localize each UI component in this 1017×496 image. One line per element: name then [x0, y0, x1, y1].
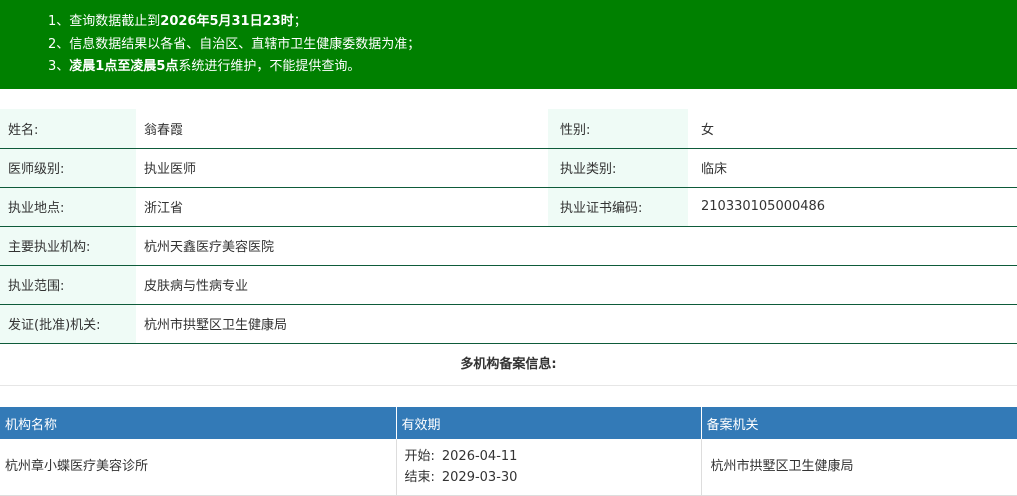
notice-line-2: 2、信息数据结果以各省、自治区、直辖市卫生健康委数据为准；	[48, 36, 421, 52]
info-row-level: 医师级别: 执业医师 执业类别: 临床	[0, 148, 1017, 188]
multi-header-row: 机构名称 有效期 备案机关	[0, 407, 1017, 439]
info-row-scope: 执业范围: 皮肤病与性病专业	[0, 265, 1017, 305]
header-institution-name: 机构名称	[0, 407, 397, 439]
notice-line-3-prefix: 3、	[48, 59, 70, 74]
notice-line-1: 1、查询数据截止到2026年5月31日23时；	[48, 11, 1017, 34]
notice-line-3-suffix: 系统进行维护，不能提供查询。	[178, 59, 361, 74]
name-label: 姓名:	[0, 109, 136, 149]
category-label: 执业类别:	[548, 148, 688, 188]
gender-value: 女	[688, 109, 1017, 149]
notice-line-1-bold: 2026年5月31日23时	[160, 14, 294, 29]
validity-start: 开始: 2026-04-11	[405, 446, 696, 467]
scope-label: 执业范围:	[0, 265, 136, 305]
filing-authority-cell: 杭州市拱墅区卫生健康局	[701, 439, 1017, 496]
scope-value: 皮肤病与性病专业	[136, 265, 1017, 305]
validity-start-date: 2026-04-11	[441, 448, 518, 464]
doctor-info-table: 姓名: 翁春霞 性别: 女 医师级别: 执业医师 执业类别: 临床 执业地点: …	[0, 109, 1017, 344]
institution-label: 主要执业机构:	[0, 226, 136, 266]
info-row-name: 姓名: 翁春霞 性别: 女	[0, 109, 1017, 149]
authority-label: 发证(批准)机关:	[0, 304, 136, 344]
name-value: 翁春霞	[136, 109, 548, 149]
authority-value: 杭州市拱墅区卫生健康局	[136, 304, 1017, 344]
category-value: 临床	[688, 148, 1017, 188]
cert-value: 210330105000486	[688, 187, 1017, 227]
notice-line-1-prefix: 1、查询数据截止到	[48, 14, 161, 29]
notice-line-3-bold: 凌晨1点至凌晨5点	[69, 59, 179, 74]
location-value: 浙江省	[136, 187, 548, 227]
notice-line-3: 3、凌晨1点至凌晨5点系统进行维护，不能提供查询。	[48, 56, 1017, 79]
multi-institution-table: 机构名称 有效期 备案机关 杭州章小蝶医疗美容诊所 开始: 2026-04-11 …	[0, 407, 1017, 496]
header-filing-authority: 备案机关	[701, 407, 1017, 439]
notice-banner: 1、查询数据截止到2026年5月31日23时； 2、信息数据结果以各省、自治区、…	[0, 0, 1017, 89]
validity-cell: 开始: 2026-04-11 结束: 2029-03-30	[396, 439, 702, 496]
institution-name-cell: 杭州章小蝶医疗美容诊所	[0, 439, 397, 496]
info-row-location: 执业地点: 浙江省 执业证书编码: 210330105000486	[0, 187, 1017, 227]
location-label: 执业地点:	[0, 187, 136, 227]
validity-end: 结束: 2029-03-30	[405, 467, 696, 488]
validity-end-date: 2029-03-30	[441, 469, 518, 485]
info-row-authority: 发证(批准)机关: 杭州市拱墅区卫生健康局	[0, 304, 1017, 344]
header-validity: 有效期	[396, 407, 702, 439]
institution-value: 杭州天鑫医疗美容医院	[136, 226, 1017, 266]
info-row-institution: 主要执业机构: 杭州天鑫医疗美容医院	[0, 226, 1017, 266]
level-label: 医师级别:	[0, 148, 136, 188]
gender-label: 性别:	[548, 109, 688, 149]
validity-start-label: 开始:	[404, 448, 435, 464]
level-value: 执业医师	[136, 148, 548, 188]
table-row: 杭州章小蝶医疗美容诊所 开始: 2026-04-11 结束: 2029-03-30 …	[0, 439, 1017, 496]
notice-line-1-suffix: ；	[293, 14, 307, 29]
multi-institution-title: 多机构备案信息:	[0, 343, 1017, 386]
cert-label: 执业证书编码:	[548, 187, 688, 227]
validity-end-label: 结束:	[404, 469, 435, 485]
